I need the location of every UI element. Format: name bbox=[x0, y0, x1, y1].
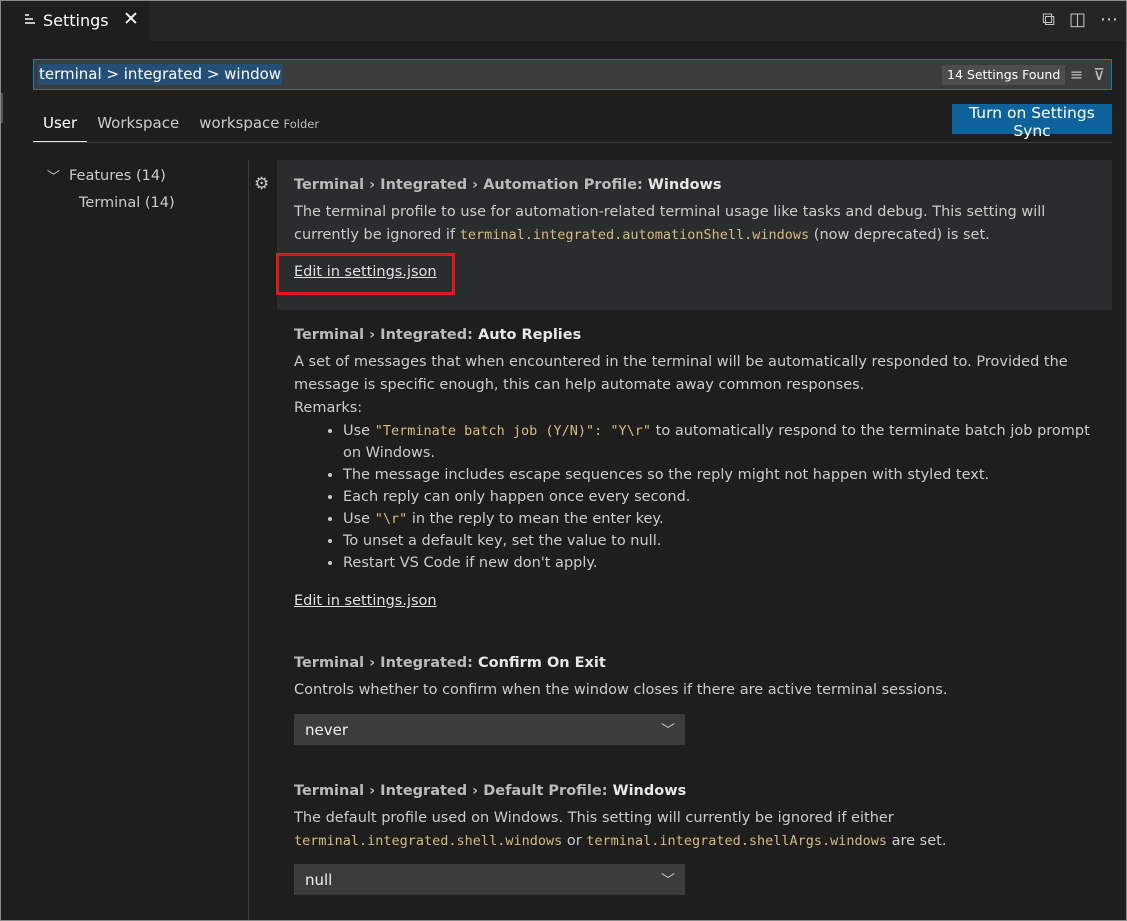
edit-in-settings-json-link[interactable]: Edit in settings.json bbox=[294, 264, 437, 280]
tab-folder-label: workspace bbox=[199, 114, 280, 132]
setting-category: Terminal › Integrated › Default Profile: bbox=[294, 783, 613, 799]
setting-default-profile-windows: Terminal › Integrated › Default Profile:… bbox=[277, 766, 1112, 895]
tree-item-label: Terminal (14) bbox=[79, 194, 175, 211]
tab-folder-hint: Folder bbox=[283, 117, 320, 131]
setting-auto-replies: Terminal › Integrated: Auto Replies A se… bbox=[277, 310, 1112, 609]
chevron-down-icon: ﹀ bbox=[47, 170, 61, 185]
setting-code: terminal.integrated.shell.windows bbox=[294, 833, 563, 849]
settings-tab[interactable]: Settings ✕ bbox=[1, 1, 149, 41]
setting-key: Auto Replies bbox=[477, 327, 582, 343]
tab-workspace[interactable]: Workspace bbox=[87, 108, 189, 142]
remark-text: Use bbox=[343, 511, 375, 527]
setting-key: Windows bbox=[612, 783, 687, 799]
gear-icon[interactable]: ⚙ bbox=[254, 174, 269, 194]
list-item: The message includes escape sequences so… bbox=[343, 464, 1095, 486]
default-profile-windows-select[interactable]: null ﹀ bbox=[294, 864, 685, 895]
setting-description: The default profile used on Windows. Thi… bbox=[294, 807, 1095, 853]
scope-divider bbox=[33, 142, 1112, 143]
tree-item-terminal[interactable]: Terminal (14) bbox=[47, 189, 175, 216]
chevron-down-icon: ﹀ bbox=[661, 873, 675, 889]
setting-title: Terminal › Integrated: Confirm On Exit bbox=[294, 655, 1095, 671]
setting-code: terminal.integrated.shellArgs.windows bbox=[586, 833, 888, 849]
tree-item-label: Features (14) bbox=[69, 167, 166, 184]
setting-title: Terminal › Integrated › Default Profile:… bbox=[294, 783, 1095, 799]
remark-text: Use bbox=[343, 423, 375, 439]
remarks-label: Remarks: bbox=[294, 400, 363, 416]
turn-on-settings-sync-button[interactable]: Turn on Settings Sync bbox=[952, 104, 1112, 140]
setting-category: Terminal › Integrated › Automation Profi… bbox=[294, 177, 648, 193]
tab-user[interactable]: User bbox=[33, 108, 88, 142]
remark-text: in the reply to mean the enter key. bbox=[407, 511, 664, 527]
filter-icon[interactable]: ⊽ bbox=[1093, 65, 1105, 84]
edit-in-settings-json-link[interactable]: Edit in settings.json bbox=[294, 593, 437, 609]
tab-label: Settings bbox=[43, 11, 109, 30]
desc-text: are set. bbox=[887, 833, 947, 849]
setting-code: terminal.integrated.automationShell.wind… bbox=[459, 227, 810, 243]
tree-item-features[interactable]: ﹀ Features (14) bbox=[47, 162, 175, 189]
select-value: null bbox=[305, 870, 333, 889]
setting-confirm-on-exit: Terminal › Integrated: Confirm On Exit C… bbox=[277, 638, 1112, 745]
tab-workspace-label: Workspace bbox=[97, 114, 180, 132]
toc-divider bbox=[248, 160, 249, 921]
setting-title: Terminal › Integrated › Automation Profi… bbox=[294, 177, 1095, 193]
list-item: Restart VS Code if new don't apply. bbox=[343, 552, 1095, 574]
chevron-down-icon: ﹀ bbox=[661, 723, 675, 739]
list-item: Use "\r" in the reply to mean the enter … bbox=[343, 508, 1095, 530]
tab-user-label: User bbox=[43, 114, 78, 132]
editor-tab-bar: Settings ✕ ⧉ ◫ ⋯ bbox=[1, 1, 1126, 41]
list-item: To unset a default key, set the value to… bbox=[343, 530, 1095, 552]
setting-automation-profile-windows: Terminal › Integrated › Automation Profi… bbox=[277, 160, 1112, 310]
settings-found-badge: 14 Settings Found bbox=[942, 65, 1066, 85]
setting-category: Terminal › Integrated: bbox=[294, 655, 478, 671]
setting-category: Terminal › Integrated: bbox=[294, 327, 478, 343]
desc-text: The default profile used on Windows. Thi… bbox=[294, 810, 894, 826]
more-actions-icon[interactable]: ⋯ bbox=[1100, 9, 1118, 30]
setting-description: The terminal profile to use for automati… bbox=[294, 201, 1095, 247]
remark-code: "Terminate batch job (Y/N)": "Y\r" bbox=[374, 423, 652, 439]
tab-workspace-folder[interactable]: workspace Folder bbox=[189, 108, 329, 142]
settings-search-box: terminal > integrated > window 14 Settin… bbox=[33, 59, 1112, 90]
settings-toc-tree: ﹀ Features (14) Terminal (14) bbox=[47, 162, 175, 216]
open-settings-json-icon[interactable]: ⧉ bbox=[1042, 9, 1055, 30]
setting-description: Controls whether to confirm when the win… bbox=[294, 682, 948, 698]
confirm-on-exit-select[interactable]: never ﹀ bbox=[294, 714, 685, 745]
desc-text: (now deprecated) is set. bbox=[809, 227, 990, 243]
setting-key: Windows bbox=[647, 177, 722, 193]
sash-edge bbox=[0, 93, 3, 123]
settings-file-icon bbox=[25, 14, 35, 26]
remark-code: "\r" bbox=[374, 511, 408, 527]
desc-text: or bbox=[562, 833, 587, 849]
setting-description: A set of messages that when encountered … bbox=[294, 354, 1068, 393]
list-item: Use "Terminate batch job (Y/N)": "Y\r" t… bbox=[343, 420, 1095, 464]
settings-scope-tabs: User Workspace workspace Folder bbox=[33, 108, 329, 142]
setting-key: Confirm On Exit bbox=[477, 655, 606, 671]
close-icon[interactable]: ✕ bbox=[123, 8, 139, 30]
clear-filter-icon[interactable]: ≡ bbox=[1070, 65, 1083, 84]
settings-search-input[interactable] bbox=[34, 60, 924, 89]
remarks-list: Use "Terminate batch job (Y/N)": "Y\r" t… bbox=[294, 420, 1095, 574]
list-item: Each reply can only happen once every se… bbox=[343, 486, 1095, 508]
editor-actions: ⧉ ◫ ⋯ bbox=[1042, 9, 1118, 30]
setting-title: Terminal › Integrated: Auto Replies bbox=[294, 327, 1095, 343]
split-editor-icon[interactable]: ◫ bbox=[1069, 9, 1086, 30]
select-value: never bbox=[305, 720, 349, 739]
